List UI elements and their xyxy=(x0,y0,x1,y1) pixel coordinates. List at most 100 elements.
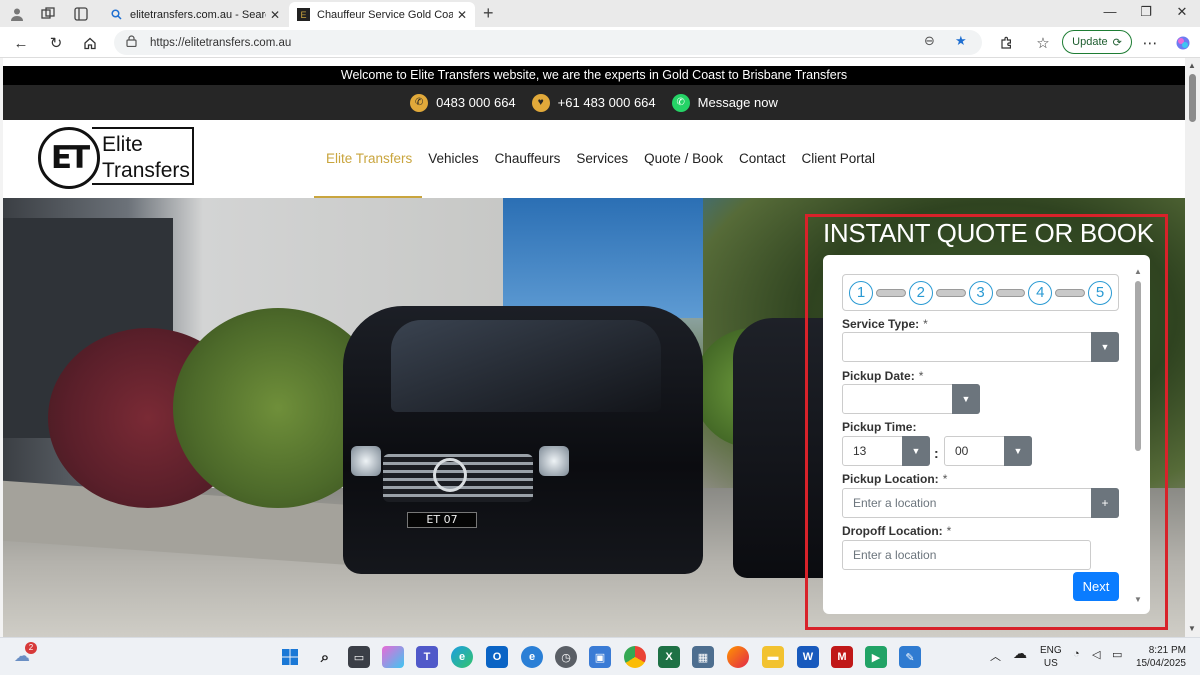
volume-icon[interactable]: ◁ xyxy=(1092,648,1100,661)
tab-title: elitetransfers.com.au - Search xyxy=(130,8,266,21)
add-stop-button[interactable]: + xyxy=(1091,488,1119,518)
mcafee-icon[interactable]: M xyxy=(831,646,853,668)
chevron-up-icon[interactable]: ︿ xyxy=(990,648,1001,664)
nav-item-services[interactable]: Services xyxy=(576,151,628,166)
excel-icon[interactable]: X xyxy=(658,646,680,668)
clock-time: 8:21 PM xyxy=(1148,645,1186,656)
form-scrollbar-thumb[interactable] xyxy=(1135,281,1141,451)
service-type-label-text: Service Type: xyxy=(842,317,920,331)
phone-number: 0483 000 664 xyxy=(436,95,516,110)
dropoff-location-input[interactable]: Enter a location xyxy=(842,540,1091,570)
clock-app-icon[interactable]: ◷ xyxy=(555,646,577,668)
tab-title: Chauffeur Service Gold Coast, Bris xyxy=(317,8,453,21)
sheets-icon[interactable]: ▶ xyxy=(865,646,887,668)
browser-tab-strip: elitetransfers.com.au - Search ✕ E Chauf… xyxy=(0,0,1200,27)
copilot-icon[interactable] xyxy=(1172,32,1194,54)
extensions-icon[interactable] xyxy=(995,32,1017,54)
service-type-label: Service Type: * xyxy=(842,317,928,331)
calculator-icon[interactable]: ▦ xyxy=(692,646,714,668)
address-bar[interactable]: https://elitetransfers.com.au ⊖ ★ xyxy=(114,30,982,55)
reading-mode-icon[interactable]: ⊖ xyxy=(924,33,935,49)
step-1[interactable]: 1 xyxy=(849,280,873,305)
page-scrollbar[interactable]: ▲ ▼ xyxy=(1185,58,1200,637)
chevron-down-icon[interactable]: ▼ xyxy=(952,384,980,414)
outlook-icon[interactable]: O xyxy=(486,646,508,668)
lock-icon[interactable] xyxy=(126,35,140,50)
onedrive-icon[interactable]: ☁ xyxy=(1013,645,1027,662)
scroll-down-icon[interactable]: ▼ xyxy=(1188,624,1196,633)
van-number-plate: ET 07 xyxy=(407,512,477,528)
file-explorer-icon[interactable]: ▬ xyxy=(762,646,784,668)
pickup-hour-select[interactable]: 13 ▼ xyxy=(842,436,930,466)
clock[interactable]: 8:21 PM 15/04/2025 xyxy=(1134,644,1186,670)
tab-elite-transfers[interactable]: E Chauffeur Service Gold Coast, Bris ✕ xyxy=(289,2,475,27)
update-button[interactable]: Update ⟳ xyxy=(1062,30,1132,54)
word-icon[interactable]: W xyxy=(797,646,819,668)
home-icon[interactable] xyxy=(79,32,101,54)
page-scrollbar-thumb[interactable] xyxy=(1189,74,1196,122)
search-icon[interactable]: ⌕ xyxy=(314,646,336,668)
van-headlight-right xyxy=(539,446,569,476)
booking-steps-progress: 1 2 3 4 5 xyxy=(842,274,1119,311)
nav-item-elite-transfers[interactable]: Elite Transfers xyxy=(326,151,412,166)
ie-icon[interactable]: e xyxy=(521,646,543,668)
service-type-select[interactable]: ▼ xyxy=(842,332,1119,362)
wifi-icon[interactable]: ◔ xyxy=(1073,648,1080,660)
chrome-icon[interactable] xyxy=(624,646,646,668)
pickup-location-input[interactable]: Enter a location + xyxy=(842,488,1119,518)
scroll-down-icon[interactable]: ▼ xyxy=(1134,595,1142,604)
step-2[interactable]: 2 xyxy=(908,280,933,305)
start-icon[interactable] xyxy=(279,646,301,668)
next-button[interactable]: Next xyxy=(1073,572,1119,601)
teams-icon[interactable]: T xyxy=(416,646,438,668)
site-logo[interactable]: ET Elite Transfers xyxy=(38,127,198,189)
pickup-time-label: Pickup Time: xyxy=(842,420,916,434)
edge-icon[interactable]: e xyxy=(451,646,473,668)
battery-icon[interactable]: ▭ xyxy=(1112,648,1122,661)
firefox-icon[interactable] xyxy=(727,646,749,668)
step-5[interactable]: 5 xyxy=(1088,280,1112,305)
settings-more-icon[interactable]: ⋯ xyxy=(1139,32,1161,54)
copilot-icon[interactable] xyxy=(382,646,404,668)
close-tab-icon[interactable]: ✕ xyxy=(270,8,280,22)
scroll-up-icon[interactable]: ▲ xyxy=(1134,267,1142,276)
favorite-star-icon[interactable]: ★ xyxy=(955,33,967,49)
refresh-icon[interactable]: ↻ xyxy=(45,32,67,54)
pickup-date-select[interactable]: ▼ xyxy=(842,384,980,414)
step-connector xyxy=(935,288,966,297)
nav-item-chauffeurs[interactable]: Chauffeurs xyxy=(495,151,561,166)
step-3[interactable]: 3 xyxy=(968,280,993,305)
profile-icon[interactable] xyxy=(6,4,28,24)
new-tab-icon[interactable]: + xyxy=(483,3,494,24)
logo-line-1: Elite xyxy=(102,133,143,156)
back-icon[interactable]: ← xyxy=(10,32,32,54)
minimize-icon[interactable]: — xyxy=(1100,4,1120,19)
language-indicator[interactable]: ENG US xyxy=(1040,644,1062,670)
chevron-down-icon[interactable]: ▼ xyxy=(902,436,930,466)
workspaces-icon[interactable] xyxy=(37,4,59,24)
intl-phone-link[interactable]: ♥ +61 483 000 664 xyxy=(531,93,656,112)
tab-search[interactable]: elitetransfers.com.au - Search ✕ xyxy=(102,2,288,27)
required-mark: * xyxy=(946,524,952,538)
chevron-down-icon[interactable]: ▼ xyxy=(1091,332,1119,362)
tab-actions-icon[interactable] xyxy=(70,4,92,24)
scroll-up-icon[interactable]: ▲ xyxy=(1188,61,1196,70)
favorites-icon[interactable]: ☆ xyxy=(1032,32,1054,54)
chevron-down-icon[interactable]: ▼ xyxy=(1004,436,1032,466)
clock-date: 15/04/2025 xyxy=(1135,658,1186,669)
maximize-icon[interactable]: ❐ xyxy=(1136,4,1156,20)
pickup-minute-select[interactable]: 00 ▼ xyxy=(944,436,1032,466)
close-tab-icon[interactable]: ✕ xyxy=(457,8,467,22)
nav-item-client-portal[interactable]: Client Portal xyxy=(801,151,875,166)
store-icon[interactable]: ▣ xyxy=(589,646,611,668)
close-window-icon[interactable]: ✕ xyxy=(1172,4,1192,20)
step-4[interactable]: 4 xyxy=(1028,280,1053,305)
nav-item-contact[interactable]: Contact xyxy=(739,151,786,166)
nav-item-vehicles[interactable]: Vehicles xyxy=(428,151,478,166)
whatsapp-link[interactable]: ✆ Message now xyxy=(671,93,778,112)
paint-icon[interactable]: ✎ xyxy=(899,646,921,668)
phone-link[interactable]: ✆ 0483 000 664 xyxy=(410,93,516,112)
nav-item-quote-book[interactable]: Quote / Book xyxy=(644,151,723,166)
form-scrollbar[interactable]: ▲ ▼ xyxy=(1134,267,1142,604)
task-view-icon[interactable]: ▭ xyxy=(348,646,370,668)
